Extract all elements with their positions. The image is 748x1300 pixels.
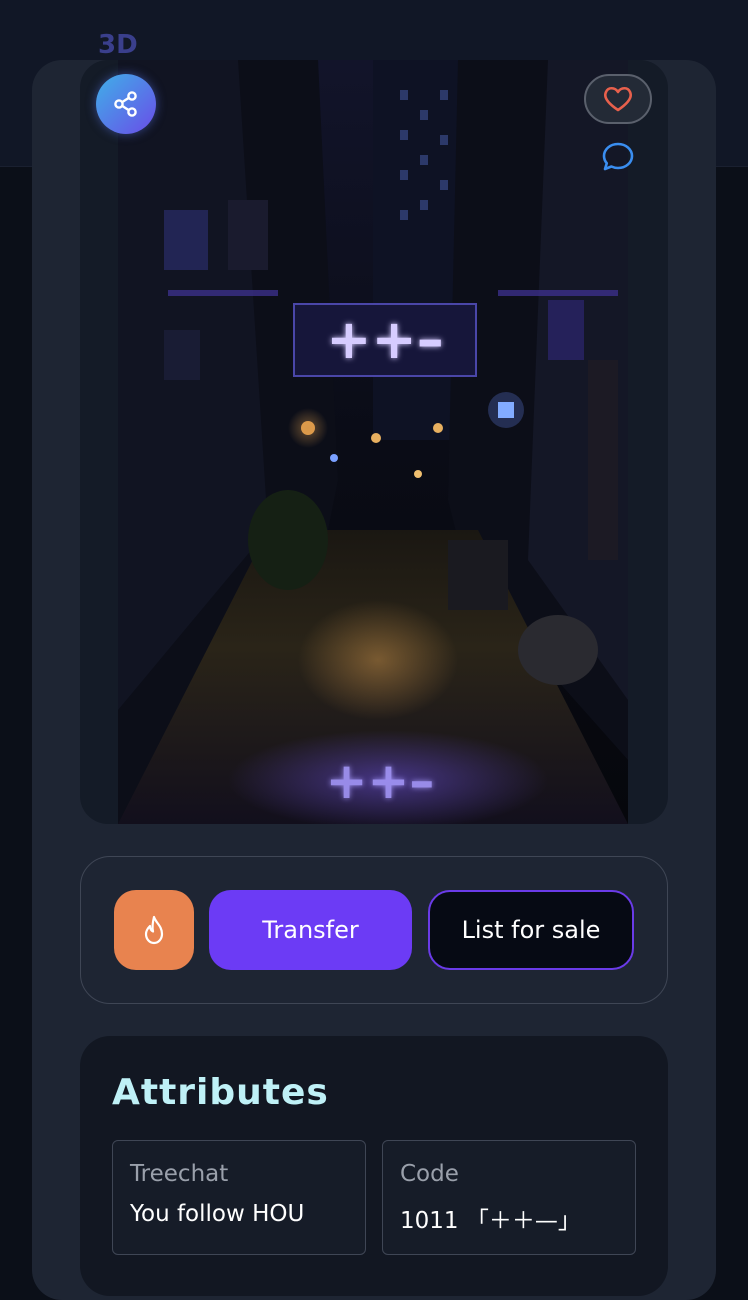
attribute-card-treechat: Treechat You follow HOU (112, 1140, 366, 1255)
like-button[interactable] (584, 74, 652, 124)
heart-icon (604, 86, 632, 112)
attribute-value: You follow HOU (130, 1201, 305, 1227)
background-label: 3D (98, 30, 138, 60)
attributes-title: Attributes (112, 1072, 329, 1113)
burn-button[interactable] (114, 890, 194, 970)
flame-icon (144, 915, 164, 945)
share-button[interactable] (96, 74, 156, 134)
transfer-button[interactable]: Transfer (209, 890, 412, 970)
attribute-card-code: Code 1011 「＋＋—」 (382, 1140, 636, 1255)
nft-image: ++– ++– (118, 60, 628, 824)
neon-reflection-text: ++– (326, 752, 435, 810)
neon-sign-text: ++– (326, 308, 444, 371)
attribute-label: Treechat (130, 1161, 229, 1187)
nft-media-frame: ++– ++– (80, 60, 668, 824)
share-icon (114, 91, 137, 117)
attribute-value: 1011 「＋＋—」 (400, 1208, 581, 1234)
chat-bubble-icon[interactable] (601, 140, 635, 174)
list-for-sale-button[interactable]: List for sale (428, 890, 634, 970)
attribute-label: Code (400, 1161, 459, 1187)
